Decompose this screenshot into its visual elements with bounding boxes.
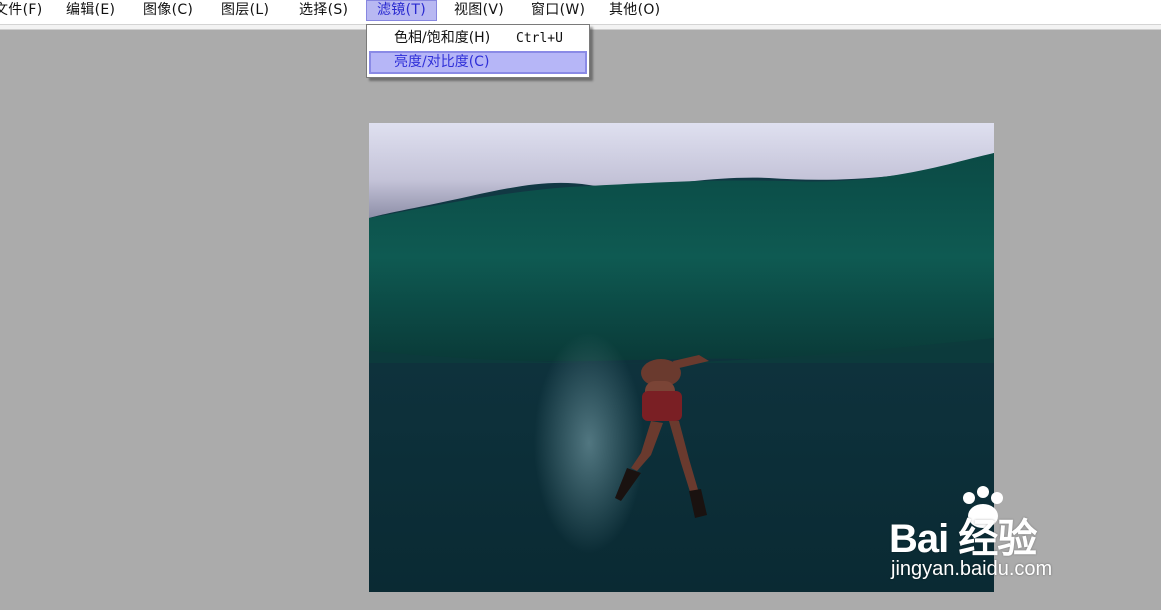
hue-saturation-shortcut: Ctrl+U: [516, 31, 563, 46]
menu-layer[interactable]: 图层(L): [221, 0, 269, 21]
hue-saturation-label: 色相/饱和度(H): [394, 30, 491, 46]
menu-select[interactable]: 选择(S): [299, 0, 348, 21]
menu-edit[interactable]: 编辑(E): [66, 0, 115, 21]
baidu-watermark: Bai 经验 jingyan.baidu.com: [889, 486, 1109, 586]
watermark-url: jingyan.baidu.com: [891, 558, 1053, 580]
menu-bar: 文件(F) 编辑(E) 图像(C) 图层(L) 选择(S) 滤镜(T) 视图(V…: [0, 0, 1161, 25]
menu-other[interactable]: 其他(O): [609, 0, 660, 21]
menu-item-hue-saturation[interactable]: 色相/饱和度(H) Ctrl+U: [369, 28, 583, 49]
menu-filter[interactable]: 滤镜(T): [366, 0, 437, 21]
brightness-contrast-label: 亮度/对比度(C): [394, 54, 490, 70]
menu-window[interactable]: 窗口(W): [531, 0, 585, 21]
menu-view[interactable]: 视图(V): [454, 0, 504, 21]
watermark-brand: Bai 经验: [889, 517, 1037, 561]
menu-image[interactable]: 图像(C): [143, 0, 193, 21]
menu-file[interactable]: 文件(F): [0, 0, 42, 21]
menu-item-brightness-contrast[interactable]: 亮度/对比度(C): [369, 51, 587, 74]
filter-dropdown-menu: 色相/饱和度(H) Ctrl+U 亮度/对比度(C): [366, 24, 590, 78]
